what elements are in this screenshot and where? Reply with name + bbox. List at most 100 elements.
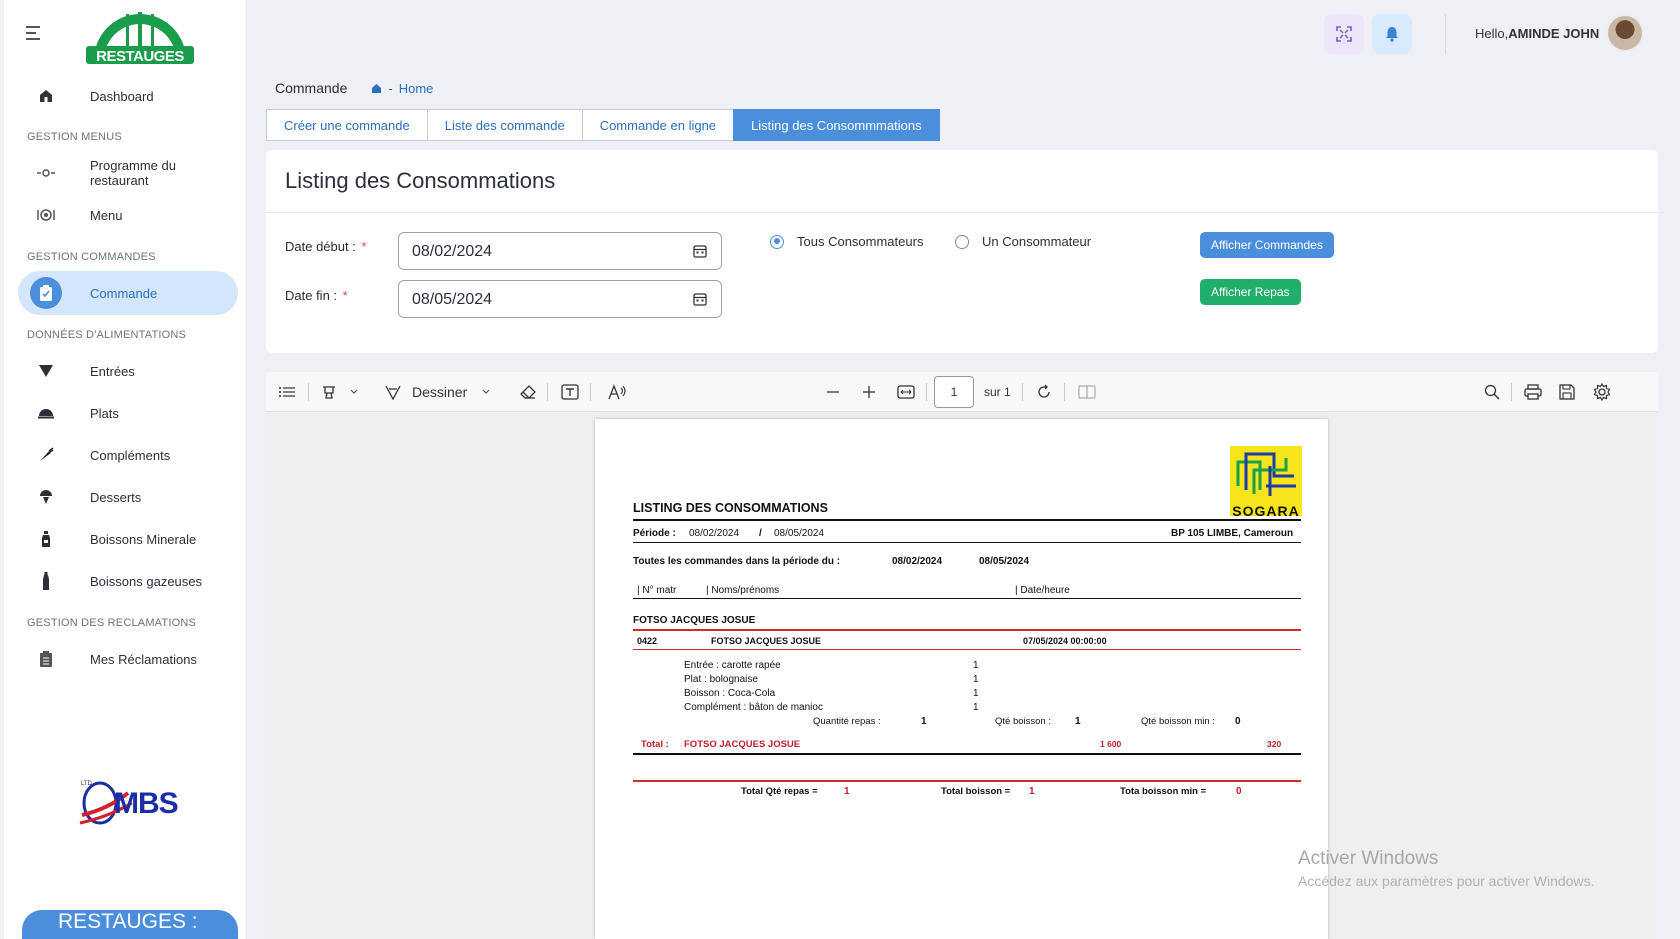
- breadcrumb: Commande - Home: [275, 80, 433, 96]
- qte-boisson-min-label: Qté boisson min :: [1141, 716, 1215, 727]
- home-icon: [30, 80, 62, 112]
- read-aloud-icon: [608, 384, 626, 400]
- chevron-down-icon[interactable]: [349, 387, 359, 397]
- settings-button[interactable]: [1593, 382, 1611, 402]
- plus-icon: [863, 386, 875, 398]
- calendar-icon[interactable]: [693, 292, 707, 306]
- restauges-footer-pill: RESTAUGES :: [22, 910, 238, 939]
- highlight-button[interactable]: [321, 382, 359, 402]
- report-rule: [633, 753, 1301, 755]
- tab-listing-consommations[interactable]: Listing des Consommmations: [733, 109, 940, 141]
- sidebar-item-dashboard[interactable]: Dashboard: [18, 74, 238, 118]
- report-red-rule: [633, 629, 1301, 631]
- rotate-button[interactable]: [1036, 382, 1052, 402]
- sidebar-item-entrees[interactable]: Entrées: [18, 349, 238, 393]
- text-box-button[interactable]: [561, 382, 579, 402]
- col-noms: | Noms/prénoms: [706, 585, 780, 596]
- toolbar-divider: [547, 383, 548, 401]
- save-button[interactable]: [1559, 382, 1575, 402]
- bell-icon: [1386, 27, 1398, 42]
- sidebar-item-reclamations[interactable]: Mes Réclamations: [18, 637, 238, 681]
- eraser-button[interactable]: [519, 382, 537, 402]
- page-number-input[interactable]: 1: [934, 376, 974, 408]
- sidebar-item-programme[interactable]: Programme du restaurant: [18, 151, 238, 195]
- qte-repas-label: Quantité repas :: [813, 716, 881, 727]
- tab-creer-commande[interactable]: Créer une commande: [266, 109, 428, 141]
- notifications-button[interactable]: [1372, 14, 1412, 54]
- radio-tous-consommateurs[interactable]: Tous Consommateurs: [770, 234, 923, 249]
- radio-selected-icon[interactable]: [770, 234, 784, 249]
- sidebar-item-label: Desserts: [90, 489, 142, 505]
- zoom-in-button[interactable]: [862, 382, 876, 402]
- sidebar-item-desserts[interactable]: Desserts: [18, 475, 238, 519]
- tab-commande-en-ligne[interactable]: Commande en ligne: [581, 109, 735, 141]
- grand-repas-label: Total Qté repas =: [741, 786, 818, 797]
- chevron-down-icon[interactable]: [481, 387, 491, 397]
- report-rule: [633, 519, 1301, 521]
- sidebar-item-boissons-minerale[interactable]: Boissons Minerale: [18, 517, 238, 561]
- grand-boisson-label: Total boisson =: [941, 786, 1011, 797]
- toolbar-divider: [590, 383, 591, 401]
- sidebar-item-label: Programme du restaurant: [89, 158, 176, 188]
- sidebar-item-label: Entrées: [90, 363, 135, 379]
- draw-button[interactable]: Dessiner: [384, 382, 491, 402]
- all-orders-label: Toutes les commandes dans la période du …: [633, 556, 841, 567]
- fit-width-button[interactable]: [897, 382, 915, 402]
- page-view-button[interactable]: [1078, 382, 1096, 402]
- zoom-out-button[interactable]: [826, 382, 840, 402]
- row-name: FOTSO JACQUES JOSUE: [711, 636, 822, 646]
- print-icon: [1524, 384, 1542, 400]
- calendar-icon[interactable]: [693, 244, 707, 258]
- tab-bar: Créer une commande Liste des commande Co…: [266, 109, 940, 141]
- page-title: Commande: [275, 80, 348, 96]
- sidebar-item-complements[interactable]: Compléments: [18, 433, 238, 477]
- qte-repas-value: 1: [921, 716, 927, 727]
- toolbar-divider: [1064, 383, 1065, 401]
- sidebar-item-label: Plats: [90, 405, 119, 421]
- menu-toggle-icon[interactable]: [26, 26, 44, 42]
- header-divider: [1445, 14, 1446, 54]
- read-aloud-button[interactable]: [608, 382, 626, 402]
- outline-button[interactable]: [278, 382, 296, 402]
- sidebar-item-plats[interactable]: Plats: [18, 391, 238, 435]
- qte-boisson-min-value: 0: [1235, 716, 1241, 727]
- item-entree-qty: 1: [973, 660, 979, 671]
- item-complement: Complément : bâton de manioc: [684, 702, 823, 713]
- print-button[interactable]: [1524, 382, 1542, 402]
- card-divider: [266, 212, 1658, 213]
- home-icon: [372, 84, 382, 93]
- minus-icon: [827, 391, 839, 393]
- date-fin-label: Date fin : *: [285, 288, 348, 303]
- carrot-icon: [30, 439, 62, 471]
- sidebar-item-commande[interactable]: Commande: [18, 271, 238, 315]
- fit-width-icon: [897, 385, 915, 399]
- sidebar-item-label: Boissons gazeuses: [90, 573, 203, 589]
- sidebar-item-label: Menu: [90, 207, 123, 223]
- page-count: sur 1: [984, 385, 1011, 399]
- toolbar-divider: [308, 383, 309, 401]
- user-greeting: Hello,AMINDE JOHN: [1475, 26, 1600, 41]
- afficher-commandes-button[interactable]: Afficher Commandes: [1200, 232, 1334, 258]
- sogara-logo-mark: [1236, 452, 1296, 496]
- afficher-repas-button[interactable]: Afficher Repas: [1200, 279, 1301, 305]
- report-red-rule: [633, 649, 1301, 650]
- grand-boisson-value: 1: [1029, 786, 1035, 797]
- list-icon: [279, 387, 295, 397]
- sidebar-item-label: Boissons Minerale: [90, 531, 197, 547]
- drink-cone-icon: [30, 355, 62, 387]
- periode-label: Période :: [633, 528, 676, 539]
- date-debut-input[interactable]: 08/02/2024: [398, 232, 722, 270]
- fullscreen-button[interactable]: [1324, 14, 1364, 54]
- sidebar-item-menu[interactable]: Menu: [18, 193, 238, 237]
- search-button[interactable]: [1484, 382, 1500, 402]
- sidebar-item-boissons-gazeuses[interactable]: Boissons gazeuses: [18, 559, 238, 603]
- windows-activation-title: Activer Windows: [1298, 848, 1439, 869]
- tab-liste-commande[interactable]: Liste des commande: [426, 109, 583, 141]
- date-fin-input[interactable]: 08/05/2024: [398, 280, 722, 318]
- avatar[interactable]: [1606, 14, 1644, 52]
- breadcrumb-home[interactable]: - Home: [371, 81, 433, 96]
- radio-un-consommateur[interactable]: Un Consommateur: [955, 234, 1091, 249]
- sidebar-item-label: Dashboard: [90, 88, 154, 104]
- radio-unselected-icon[interactable]: [955, 234, 969, 249]
- windows-activation-subtitle: Accédez aux paramètres pour activer Wind…: [1298, 873, 1595, 889]
